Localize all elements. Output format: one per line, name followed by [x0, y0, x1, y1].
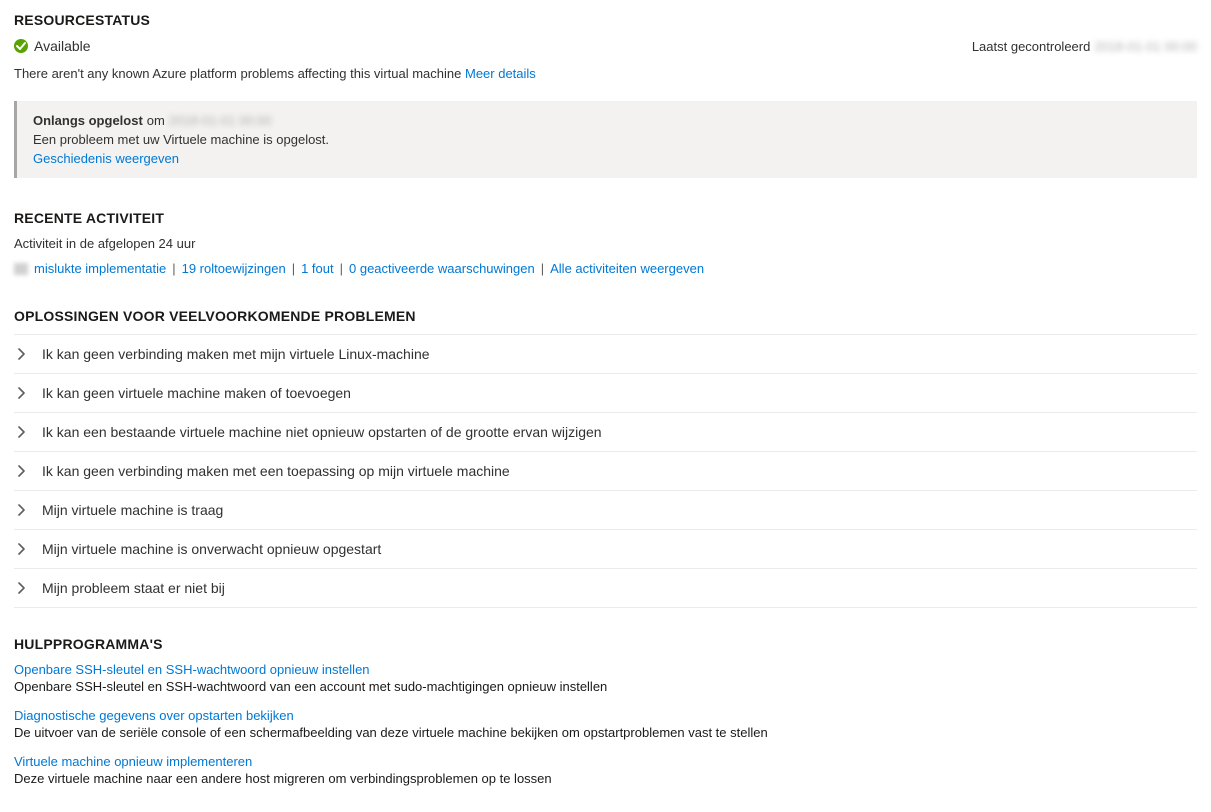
chevron-right-icon	[16, 348, 28, 360]
last-checked: Laatst gecontroleerd 2018-01-01 00:00	[972, 39, 1197, 54]
solution-item[interactable]: Mijn virtuele machine is traag	[14, 491, 1197, 530]
solution-item[interactable]: Mijn probleem staat er niet bij	[14, 569, 1197, 608]
status-row: Available Laatst gecontroleerd 2018-01-0…	[14, 38, 1197, 54]
platform-message-row: There aren't any known Azure platform pr…	[14, 66, 1197, 81]
check-circle-icon	[14, 39, 28, 53]
recently-resolved-box: Onlangs opgelost om 2018-01-01 00:00 Een…	[14, 101, 1197, 178]
tool-desc: De uitvoer van de seriële console of een…	[14, 725, 1197, 740]
show-history-link[interactable]: Geschiedenis weergeven	[33, 151, 179, 166]
chevron-right-icon	[16, 543, 28, 555]
activity-link-failed-deploy[interactable]: mislukte implementatie	[34, 261, 166, 276]
solution-item-label: Ik kan geen verbinding maken met een toe…	[42, 463, 510, 479]
tool-item: Diagnostische gegevens over opstarten be…	[14, 708, 1197, 740]
separator: |	[340, 261, 343, 276]
solution-item[interactable]: Ik kan geen verbinding maken met mijn vi…	[14, 334, 1197, 374]
solution-item-label: Mijn virtuele machine is onverwacht opni…	[42, 541, 381, 557]
solution-item[interactable]: Ik kan een bestaande virtuele machine ni…	[14, 413, 1197, 452]
tool-desc: Deze virtuele machine naar een andere ho…	[14, 771, 1197, 786]
resolved-timestamp: 2018-01-01 00:00	[169, 113, 272, 128]
chevron-right-icon	[16, 504, 28, 516]
solution-item-label: Ik kan geen virtuele machine maken of to…	[42, 385, 351, 401]
activity-links: mislukte implementatie | 19 roltoewijzin…	[14, 261, 1197, 276]
last-checked-label: Laatst gecontroleerd	[972, 39, 1091, 54]
separator: |	[541, 261, 544, 276]
recent-activity-heading: RECENTE ACTIVITEIT	[14, 210, 1197, 226]
tools-section: HULPPROGRAMMA'S Openbare SSH-sleutel en …	[14, 636, 1197, 786]
tool-link-redeploy-vm[interactable]: Virtuele machine opnieuw implementeren	[14, 754, 1197, 769]
solution-item-label: Mijn virtuele machine is traag	[42, 502, 223, 518]
tool-desc: Openbare SSH-sleutel en SSH-wachtwoord v…	[14, 679, 1197, 694]
tools-heading: HULPPROGRAMMA'S	[14, 636, 1197, 652]
activity-link-role-assignments[interactable]: 19 roltoewijzingen	[182, 261, 286, 276]
solutions-list: Ik kan geen verbinding maken met mijn vi…	[14, 334, 1197, 608]
activity-link-alerts[interactable]: 0 geactiveerde waarschuwingen	[349, 261, 535, 276]
separator: |	[172, 261, 175, 276]
tool-item: Openbare SSH-sleutel en SSH-wachtwoord o…	[14, 662, 1197, 694]
more-details-link[interactable]: Meer details	[465, 66, 536, 81]
resolved-title: Onlangs opgelost om 2018-01-01 00:00	[33, 113, 1181, 128]
solution-item[interactable]: Mijn virtuele machine is onverwacht opni…	[14, 530, 1197, 569]
chevron-right-icon	[16, 582, 28, 594]
resource-status-heading: RESOURCESTATUS	[14, 12, 1197, 28]
solution-item[interactable]: Ik kan geen virtuele machine maken of to…	[14, 374, 1197, 413]
tool-link-reset-ssh[interactable]: Openbare SSH-sleutel en SSH-wachtwoord o…	[14, 662, 1197, 677]
solutions-heading: OPLOSSINGEN VOOR VEELVOORKOMENDE PROBLEM…	[14, 308, 1197, 324]
activity-link-errors[interactable]: 1 fout	[301, 261, 334, 276]
status-available-label: Available	[34, 38, 91, 54]
last-checked-time: 2018-01-01 00:00	[1094, 39, 1197, 54]
resolved-description: Een probleem met uw Virtuele machine is …	[33, 132, 1181, 147]
chevron-right-icon	[16, 465, 28, 477]
failed-deploy-count-blur	[14, 263, 28, 275]
platform-message: There aren't any known Azure platform pr…	[14, 66, 461, 81]
chevron-right-icon	[16, 387, 28, 399]
resolved-title-om: om	[147, 113, 165, 128]
recent-activity-subtitle: Activiteit in de afgelopen 24 uur	[14, 236, 1197, 251]
separator: |	[292, 261, 295, 276]
solution-item-label: Ik kan een bestaande virtuele machine ni…	[42, 424, 602, 440]
status-available: Available	[14, 38, 91, 54]
activity-link-view-all[interactable]: Alle activiteiten weergeven	[550, 261, 704, 276]
solution-item[interactable]: Ik kan geen verbinding maken met een toe…	[14, 452, 1197, 491]
chevron-right-icon	[16, 426, 28, 438]
solution-item-label: Ik kan geen verbinding maken met mijn vi…	[42, 346, 430, 362]
solution-item-label: Mijn probleem staat er niet bij	[42, 580, 225, 596]
resolved-title-bold: Onlangs opgelost	[33, 113, 143, 128]
tool-item: Virtuele machine opnieuw implementeren D…	[14, 754, 1197, 786]
tool-link-boot-diagnostics[interactable]: Diagnostische gegevens over opstarten be…	[14, 708, 1197, 723]
